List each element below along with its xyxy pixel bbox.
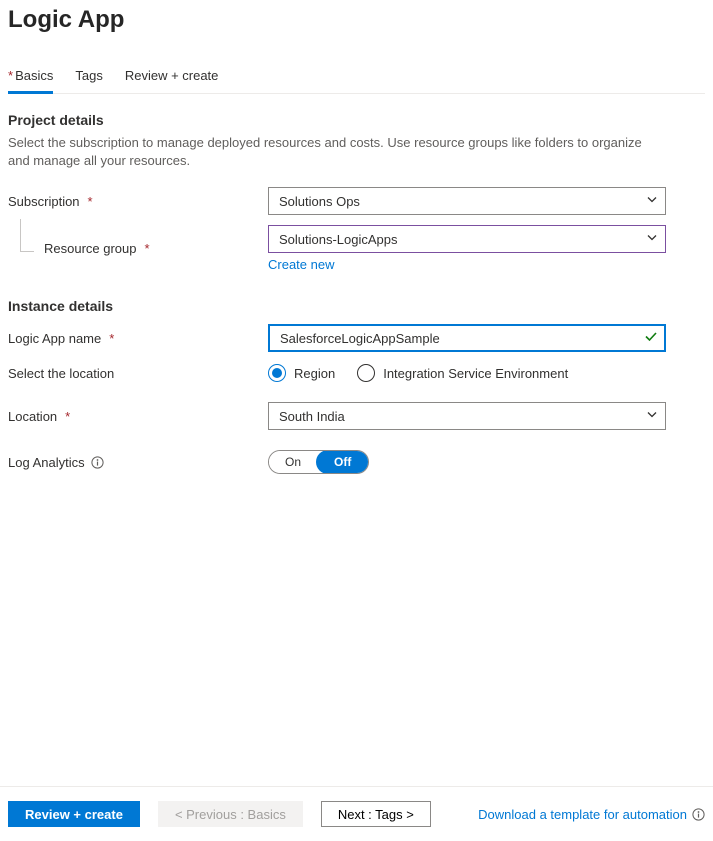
- previous-button: < Previous : Basics: [158, 801, 303, 827]
- download-template-link[interactable]: Download a template for automation: [478, 807, 687, 822]
- log-analytics-label: Log Analytics: [8, 455, 85, 470]
- select-location-label: Select the location: [8, 366, 114, 381]
- location-select[interactable]: South India: [268, 402, 666, 430]
- log-analytics-toggle[interactable]: On Off: [268, 450, 369, 474]
- review-create-button[interactable]: Review + create: [8, 801, 140, 827]
- toggle-off[interactable]: Off: [316, 450, 369, 474]
- location-value: South India: [279, 409, 345, 424]
- subscription-label: Subscription: [8, 194, 80, 209]
- radio-icon: [357, 364, 375, 382]
- info-icon[interactable]: [91, 455, 105, 469]
- required-indicator: *: [88, 194, 93, 209]
- location-label: Location: [8, 409, 57, 424]
- radio-region-label: Region: [294, 366, 335, 381]
- check-icon: [644, 330, 658, 347]
- logic-app-name-value: SalesforceLogicAppSample: [280, 331, 440, 346]
- subscription-select[interactable]: Solutions Ops: [268, 187, 666, 215]
- resource-group-label: Resource group: [44, 241, 137, 256]
- resource-group-value: Solutions-LogicApps: [279, 232, 398, 247]
- resource-group-select[interactable]: Solutions-LogicApps: [268, 225, 666, 253]
- radio-icon: [268, 364, 286, 382]
- location-type-radiogroup: Region Integration Service Environment: [268, 364, 666, 382]
- next-button[interactable]: Next : Tags >: [321, 801, 431, 827]
- toggle-on[interactable]: On: [269, 451, 317, 473]
- required-indicator: *: [145, 241, 150, 256]
- create-new-link[interactable]: Create new: [268, 257, 334, 272]
- tab-basics[interactable]: *Basics: [8, 68, 53, 94]
- required-indicator: *: [65, 409, 70, 424]
- section-desc-project: Select the subscription to manage deploy…: [8, 134, 648, 169]
- required-indicator: *: [109, 331, 114, 346]
- radio-region[interactable]: Region: [268, 364, 335, 382]
- subscription-value: Solutions Ops: [279, 194, 360, 209]
- radio-ise[interactable]: Integration Service Environment: [357, 364, 568, 382]
- tab-review-create[interactable]: Review + create: [125, 68, 219, 93]
- radio-ise-label: Integration Service Environment: [383, 366, 568, 381]
- tab-bar: *Basics Tags Review + create: [8, 68, 705, 94]
- tab-tags[interactable]: Tags: [75, 68, 102, 93]
- required-indicator: *: [8, 68, 13, 83]
- logic-app-name-input[interactable]: SalesforceLogicAppSample: [268, 324, 666, 352]
- section-heading-project: Project details: [8, 112, 705, 128]
- section-heading-instance: Instance details: [8, 298, 705, 314]
- page-title: Logic App: [8, 6, 705, 34]
- footer-bar: Review + create < Previous : Basics Next…: [0, 786, 713, 841]
- info-icon[interactable]: [691, 807, 705, 821]
- logic-app-name-label: Logic App name: [8, 331, 101, 346]
- tab-basics-label: Basics: [15, 68, 53, 83]
